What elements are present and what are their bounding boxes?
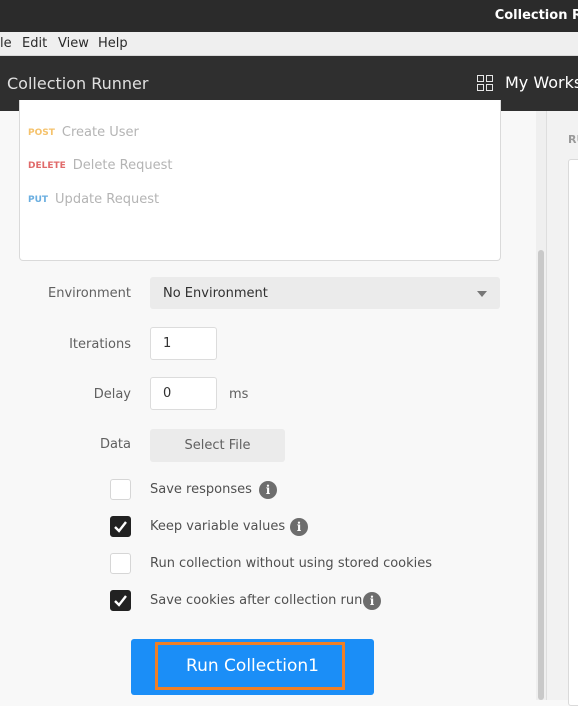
- list-item[interactable]: PUT Update Request: [28, 188, 159, 207]
- method-badge: PUT: [28, 195, 49, 205]
- request-name: Delete Request: [72, 158, 173, 173]
- list-item[interactable]: DELETE Delete Request: [28, 154, 172, 173]
- no-stored-cookies-checkbox[interactable]: [110, 553, 131, 574]
- method-badge: POST: [28, 128, 55, 138]
- request-list[interactable]: POST Create User DELETE Delete Request PUT…: [19, 100, 501, 261]
- environment-select[interactable]: No Environment: [150, 277, 500, 309]
- save-cookies-checkbox[interactable]: [110, 590, 131, 611]
- check-icon: [114, 521, 127, 533]
- select-file-button[interactable]: Select File: [150, 429, 285, 462]
- delay-input[interactable]: 0: [150, 377, 217, 410]
- iterations-input[interactable]: 1: [150, 327, 217, 360]
- save-responses-checkbox[interactable]: [110, 479, 131, 500]
- keep-variable-values-checkbox[interactable]: [110, 516, 131, 537]
- results-box: [568, 159, 578, 706]
- keep-variable-values-label: Keep variable values: [150, 519, 286, 534]
- menu-help[interactable]: Help: [98, 36, 128, 51]
- no-stored-cookies-label: Run collection without using stored cook…: [150, 556, 433, 571]
- page-title: Collection Runner: [7, 74, 149, 93]
- panel-heading: RU: [568, 133, 578, 146]
- menu-file[interactable]: le: [0, 36, 12, 51]
- caret-down-icon: [477, 291, 487, 297]
- delay-unit: ms: [229, 387, 249, 402]
- menu-bar: le Edit View Help: [0, 32, 578, 56]
- method-badge: DELETE: [28, 161, 66, 171]
- request-name: Update Request: [55, 192, 160, 207]
- iterations-label: Iterations: [69, 337, 131, 352]
- info-icon[interactable]: i: [363, 592, 381, 610]
- save-responses-label: Save responses: [150, 482, 252, 497]
- delay-label: Delay: [93, 387, 131, 402]
- environment-value: No Environment: [163, 286, 268, 301]
- info-icon[interactable]: i: [259, 481, 277, 499]
- check-icon: [114, 595, 127, 607]
- menu-view[interactable]: View: [58, 36, 89, 51]
- scrollbar-thumb[interactable]: [538, 250, 544, 700]
- save-cookies-label: Save cookies after collection run: [150, 593, 363, 608]
- workspace-label: My Works: [505, 73, 578, 92]
- run-collection-label: Run Collection1: [186, 656, 319, 676]
- window-titlebar: Collection R: [0, 0, 578, 32]
- window-title: Collection R: [494, 8, 578, 23]
- menu-edit[interactable]: Edit: [22, 36, 47, 51]
- request-name: Create User: [61, 125, 139, 140]
- data-label: Data: [99, 437, 131, 452]
- run-collection-button[interactable]: Run Collection1: [131, 639, 374, 695]
- run-results-panel: RU: [547, 111, 578, 706]
- environment-label: Environment: [47, 286, 131, 301]
- info-icon[interactable]: i: [290, 518, 308, 536]
- list-item[interactable]: POST Create User: [28, 121, 139, 140]
- grid-icon: [477, 75, 493, 91]
